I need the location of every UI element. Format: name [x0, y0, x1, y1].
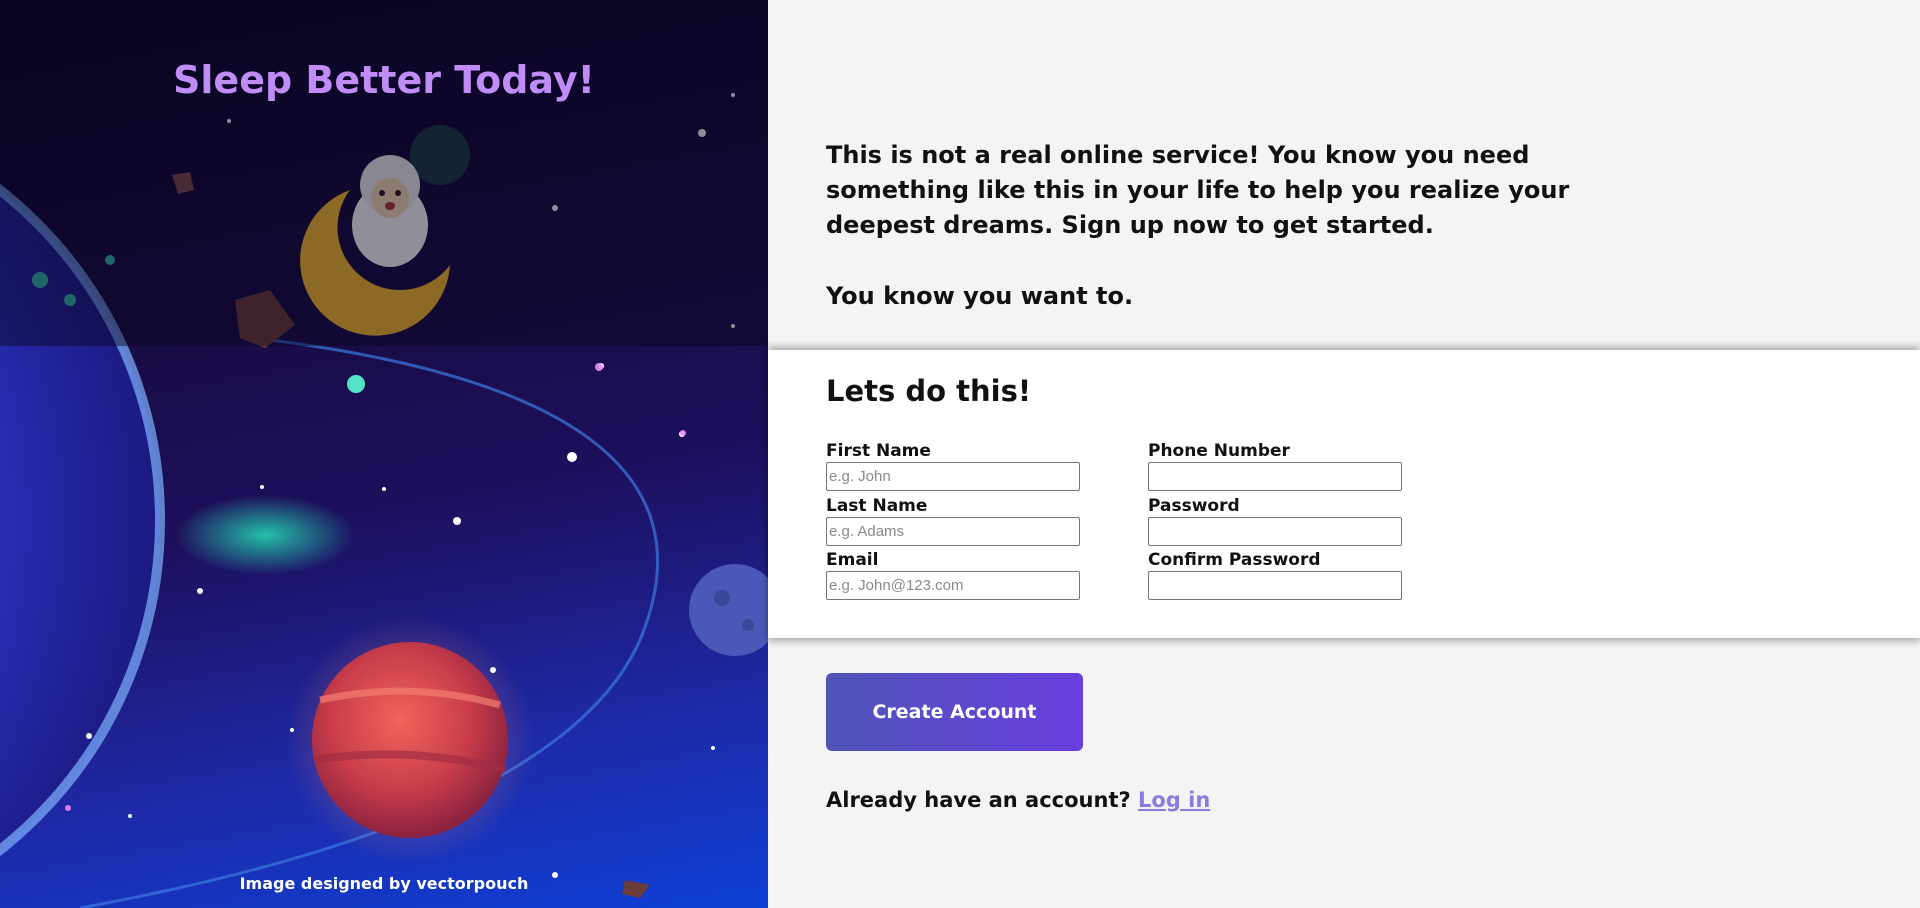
- last-name-input[interactable]: [826, 517, 1080, 546]
- image-credit: Image designed by vectorpouch: [239, 874, 529, 893]
- email-input[interactable]: [826, 571, 1080, 600]
- password-input[interactable]: [1148, 517, 1402, 546]
- form-title: Lets do this!: [826, 374, 1032, 408]
- login-prompt-text: Already have an account?: [826, 788, 1131, 812]
- phone-field: Phone Number: [1148, 440, 1402, 491]
- hero-panel: Sleep Better Today! Image designed by ve…: [0, 0, 768, 908]
- intro-paragraph-1: This is not a real online service! You k…: [826, 141, 1570, 239]
- phone-input[interactable]: [1148, 462, 1402, 491]
- email-field: Email: [826, 549, 1080, 600]
- signup-form: Lets do this! First Name Last Name Email…: [768, 350, 1920, 638]
- title-band: [0, 0, 768, 346]
- first-name-input[interactable]: [826, 462, 1080, 491]
- intro-paragraph-2: You know you want to.: [826, 282, 1134, 310]
- confirm-password-label: Confirm Password: [1148, 550, 1321, 570]
- last-name-field: Last Name: [826, 495, 1080, 546]
- phone-label: Phone Number: [1148, 441, 1290, 461]
- last-name-label: Last Name: [826, 496, 928, 516]
- email-label: Email: [826, 550, 879, 570]
- hero-title: Sleep Better Today!: [173, 58, 595, 102]
- first-name-label: First Name: [826, 441, 931, 461]
- first-name-field: First Name: [826, 440, 1080, 491]
- login-prompt: Already have an account? Log in: [826, 788, 1210, 812]
- password-label: Password: [1148, 496, 1240, 516]
- create-account-button[interactable]: Create Account: [826, 673, 1083, 751]
- confirm-password-field: Confirm Password: [1148, 549, 1402, 600]
- intro-text: This is not a real online service! You k…: [826, 138, 1586, 314]
- login-link[interactable]: Log in: [1138, 788, 1210, 812]
- password-field: Password: [1148, 495, 1402, 546]
- confirm-password-input[interactable]: [1148, 571, 1402, 600]
